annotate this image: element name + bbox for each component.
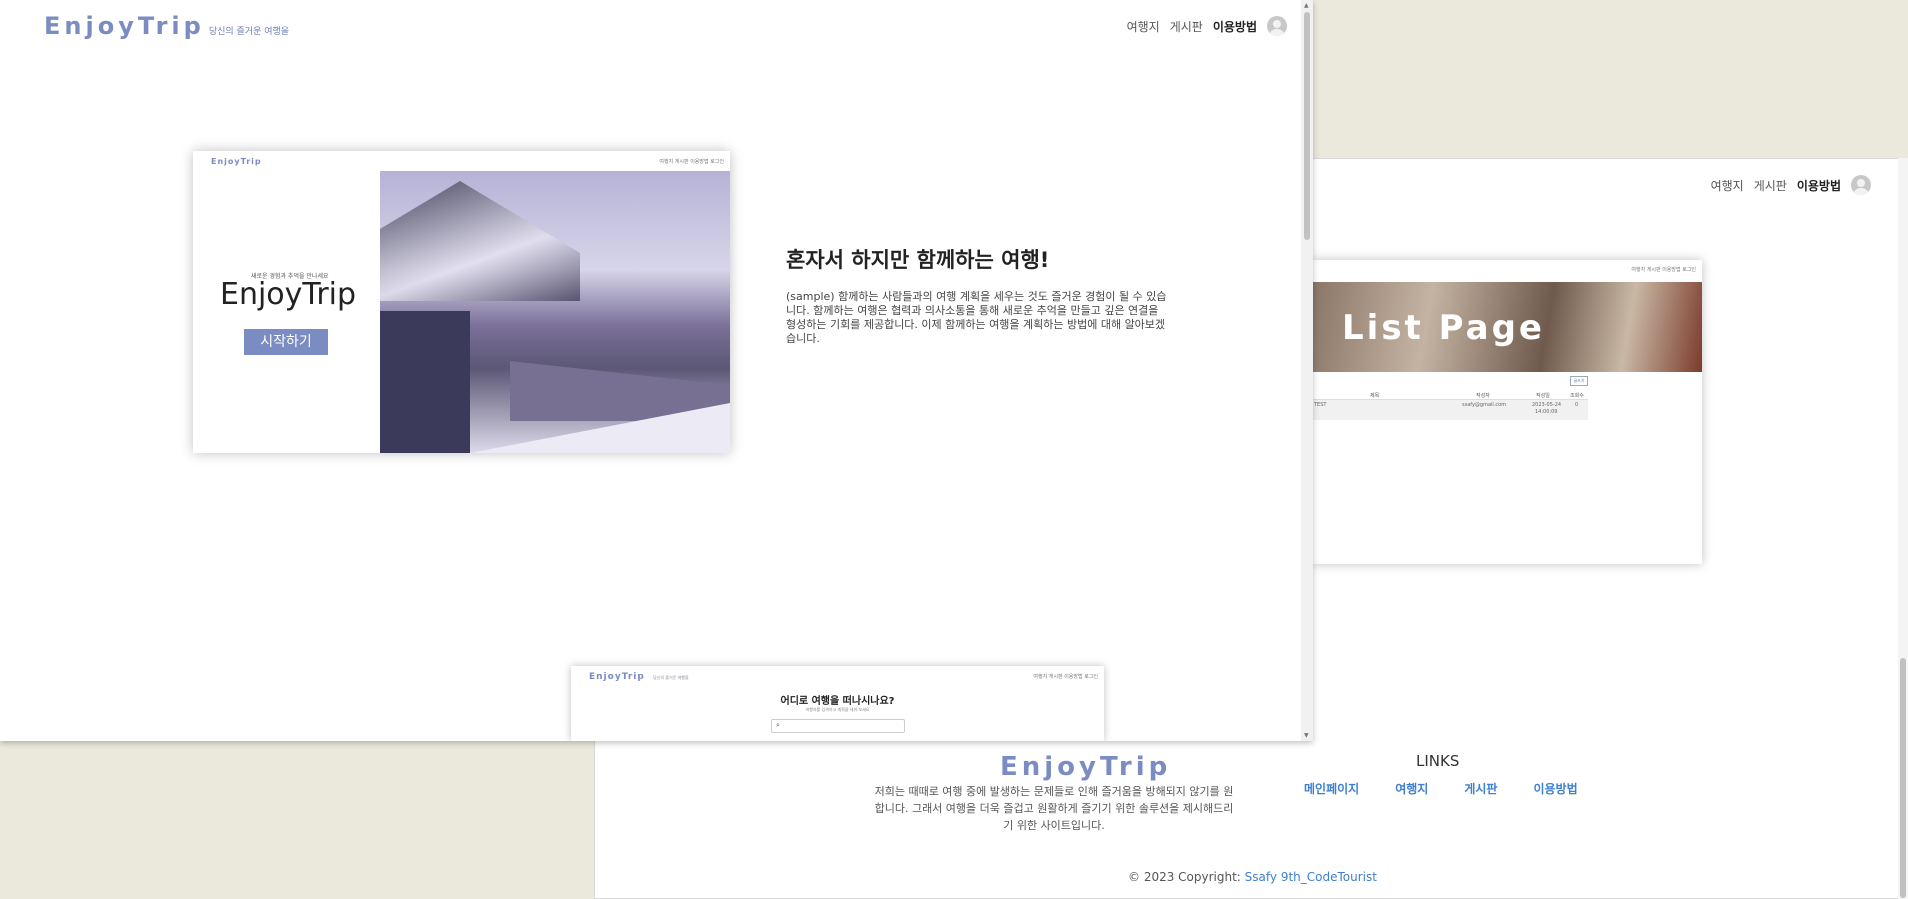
mini-nav: 여행지 게시판 이용방법 로그인: [659, 159, 724, 165]
back-scrollbar[interactable]: [1898, 158, 1908, 899]
row-author: ssafy@gmail.com: [1462, 402, 1507, 408]
col-title: 제목: [1370, 393, 1380, 399]
front-window: EnjoyTrip 당신의 즐거운 여행을 여행지 게시판 이용방법 Enjoy…: [0, 0, 1313, 741]
list-page-preview: 여행지 게시판 이용방법 로그인 List Page 글쓰기 제목 작성자 작성…: [1312, 260, 1702, 564]
nav-link-destinations[interactable]: 여행지: [1127, 18, 1160, 35]
col-author: 작성자: [1476, 393, 1490, 399]
col-date: 작성일: [1536, 393, 1550, 399]
scroll-down-icon[interactable]: ▼: [1304, 732, 1309, 739]
list-banner-title: List Page: [1342, 308, 1545, 348]
copyright-prefix: © 2023 Copyright:: [1128, 870, 1245, 884]
back-nav: 여행지 게시판 이용방법: [1701, 175, 1871, 195]
write-button: 글쓰기: [1570, 376, 1588, 386]
row-date: 2023-05-24: [1532, 402, 1562, 408]
front-scrollbar[interactable]: ▲ ▼: [1301, 0, 1313, 741]
nav-link-howto[interactable]: 이용방법: [1797, 177, 1841, 194]
main-nav: 여행지 게시판 이용방법: [1117, 16, 1287, 36]
footer-links: 메인페이지 여행지 게시판 이용방법: [1304, 780, 1578, 797]
row-time: 14:00:09: [1535, 409, 1558, 415]
copyright: © 2023 Copyright: Ssafy 9th_CodeTourist: [1128, 870, 1377, 884]
footer-link-howto[interactable]: 이용방법: [1533, 780, 1577, 797]
footer-description: 저희는 때때로 여행 중에 발생하는 문제들로 인해 즐거움을 방해되지 않기를…: [874, 785, 1234, 832]
gate-shape: [380, 311, 470, 453]
brand[interactable]: EnjoyTrip 당신의 즐거운 여행을: [44, 12, 289, 40]
footer-link-main[interactable]: 메인페이지: [1304, 780, 1359, 797]
intro-text: (sample) 함께하는 사람들과의 여행 계획을 세우는 것도 즐거운 경험…: [786, 290, 1167, 345]
row-views: 0: [1575, 402, 1579, 408]
intro-title: 혼자서 하지만 함께하는 여행!: [786, 248, 1050, 272]
mini-nav: 여행지 게시판 이용방법 로그인: [1631, 267, 1696, 273]
footer-logo: EnjoyTrip: [1000, 752, 1172, 782]
avatar[interactable]: [1267, 16, 1287, 36]
copyright-link[interactable]: Ssafy 9th_CodeTourist: [1245, 870, 1377, 884]
mini-logo: EnjoyTrip: [211, 157, 262, 166]
row-title: TEST: [1314, 402, 1327, 408]
nav-link-board[interactable]: 게시판: [1754, 177, 1787, 194]
mini-logo: EnjoyTrip: [589, 672, 645, 682]
mini-tagline: 당신의 즐거운 여행을: [653, 675, 689, 680]
list-banner: List Page: [1312, 282, 1702, 372]
nav-link-board[interactable]: 게시판: [1170, 18, 1203, 35]
table-row: TEST ssafy@gmail.com 2023-05-24 14:00:09…: [1312, 400, 1588, 420]
nav-link-destinations[interactable]: 여행지: [1711, 177, 1744, 194]
site-logo[interactable]: EnjoyTrip: [44, 12, 205, 40]
search-input: ⌕: [771, 719, 905, 733]
hanok-snow-photo: [380, 171, 730, 453]
back-scrollbar-thumb[interactable]: [1900, 658, 1906, 898]
footer-link-board[interactable]: 게시판: [1464, 780, 1497, 797]
site-tagline: 당신의 즐거운 여행을: [208, 27, 290, 37]
hero-title: EnjoyTrip: [220, 277, 357, 312]
search-question: 어디로 여행을 떠나시나요?: [780, 696, 895, 707]
table-header: 제목 작성자 작성일 조회수: [1312, 390, 1588, 400]
col-views: 조회수: [1570, 393, 1584, 399]
nav-link-howto[interactable]: 이용방법: [1213, 18, 1257, 35]
mini-nav: 여행지 게시판 이용방법 로그인: [1033, 674, 1098, 680]
footer-link-destinations[interactable]: 여행지: [1395, 780, 1428, 797]
search-hint: 여행지를 검색하고 계획을 세워 보세요: [805, 707, 870, 712]
avatar[interactable]: [1851, 175, 1871, 195]
search-page-preview: EnjoyTrip 당신의 즐거운 여행을 여행지 게시판 이용방법 로그인 어…: [571, 666, 1104, 741]
start-button: 시작하기: [244, 329, 328, 355]
scroll-up-icon[interactable]: ▲: [1304, 2, 1309, 9]
main-page-preview: EnjoyTrip 여행지 게시판 이용방법 로그인 새로운 경험과 추억을 만…: [193, 151, 730, 453]
roof-shape: [380, 181, 580, 301]
front-scrollbar-thumb[interactable]: [1304, 12, 1310, 240]
links-title: LINKS: [1416, 752, 1460, 770]
search-icon: ⌕: [776, 721, 780, 729]
